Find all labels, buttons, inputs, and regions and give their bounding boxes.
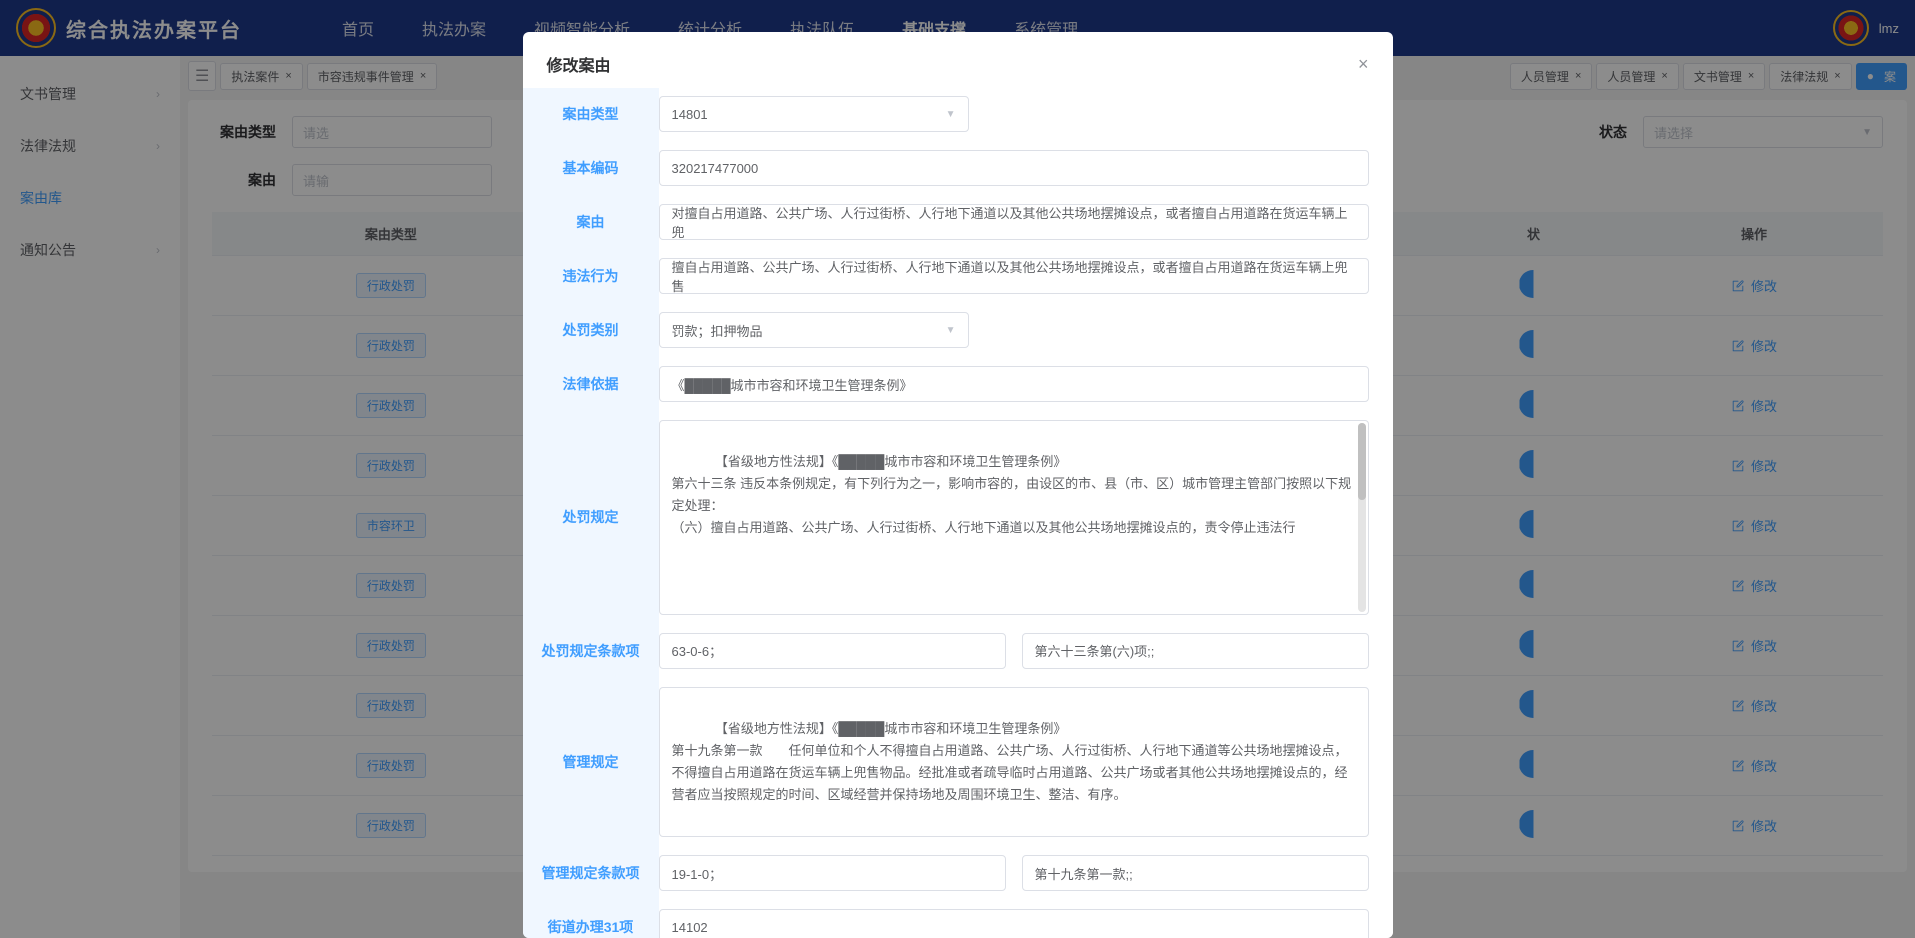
modal-body: 案由类型 14801 ▼ 基本编码 320217477000	[523, 88, 1393, 938]
form-label: 案由	[523, 204, 659, 240]
form-label: 处罚类别	[523, 312, 659, 348]
chevron-down-icon: ▼	[946, 109, 956, 120]
form-label: 处罚规定	[523, 499, 659, 535]
form-row-mgmt-clause: 管理规定条款项 19-1-0； 第十九条第一款;;	[523, 855, 1369, 891]
cause-input[interactable]: 对擅自占用道路、公共广场、人行过街桥、人行地下通道以及其他公共场地摆摊设点，或者…	[659, 204, 1369, 240]
form-row-rule: 处罚规定 【省级地方性法规】《█████城市市容和环境卫生管理条例》 第六十三条…	[523, 420, 1369, 615]
modal-overlay: 修改案由 × 案由类型 14801 ▼ 基本编码 320217477000	[0, 0, 1915, 938]
form-row-mgmt: 管理规定 【省级地方性法规】《█████城市市容和环境卫生管理条例》 第十九条第…	[523, 687, 1369, 838]
textarea-value: 【省级地方性法规】《█████城市市容和环境卫生管理条例》 第十九条第一款 任何…	[672, 721, 1348, 802]
input-value: 《█████城市市容和环境卫生管理条例》	[672, 375, 913, 394]
input-value: 320217477000	[672, 161, 759, 176]
modal-title: 修改案由	[547, 52, 611, 76]
form-row-penalty: 处罚类别 罚款；扣押物品 ▼	[523, 312, 1369, 348]
input-value: 63-0-6；	[672, 641, 723, 660]
input-value: 14102	[672, 920, 708, 935]
form-label: 处罚规定条款项	[523, 633, 659, 669]
illegal-input[interactable]: 擅自占用道路、公共广场、人行过街桥、人行地下通道以及其他公共场地摆摊设点，或者擅…	[659, 258, 1369, 294]
modal-header: 修改案由 ×	[523, 32, 1393, 88]
input-value: 第六十三条第(六)项;;	[1035, 641, 1155, 660]
form-row-illegal: 违法行为 擅自占用道路、公共广场、人行过街桥、人行地下通道以及其他公共场地摆摊设…	[523, 258, 1369, 294]
form-label: 法律依据	[523, 366, 659, 402]
clause-text-input[interactable]: 第六十三条第(六)项;;	[1022, 633, 1369, 669]
form-row-cause: 案由 对擅自占用道路、公共广场、人行过街桥、人行地下通道以及其他公共场地摆摊设点…	[523, 204, 1369, 240]
scrollbar-thumb[interactable]	[1358, 423, 1366, 500]
form-label: 案由类型	[523, 96, 659, 132]
penalty-select[interactable]: 罚款；扣押物品 ▼	[659, 312, 969, 348]
mgmt-clause-code-input[interactable]: 19-1-0；	[659, 855, 1006, 891]
input-value: 对擅自占用道路、公共广场、人行过街桥、人行地下通道以及其他公共场地摆摊设点，或者…	[672, 203, 1356, 241]
select-value: 14801	[672, 107, 708, 122]
input-value: 擅自占用道路、公共广场、人行过街桥、人行地下通道以及其他公共场地摆摊设点，或者擅…	[672, 257, 1356, 295]
type-select[interactable]: 14801 ▼	[659, 96, 969, 132]
form-label: 管理规定条款项	[523, 855, 659, 891]
form-row-type: 案由类型 14801 ▼	[523, 96, 1369, 132]
form-row-law: 法律依据 《█████城市市容和环境卫生管理条例》	[523, 366, 1369, 402]
input-value: 19-1-0；	[672, 864, 723, 883]
close-icon[interactable]: ×	[1358, 54, 1369, 75]
form-row-code: 基本编码 320217477000	[523, 150, 1369, 186]
form-label: 管理规定	[523, 744, 659, 780]
rule-textarea[interactable]: 【省级地方性法规】《█████城市市容和环境卫生管理条例》 第六十三条 违反本条…	[659, 420, 1369, 615]
select-value: 罚款；扣押物品	[672, 321, 763, 340]
edit-modal: 修改案由 × 案由类型 14801 ▼ 基本编码 320217477000	[523, 32, 1393, 938]
textarea-value: 【省级地方性法规】《█████城市市容和环境卫生管理条例》 第六十三条 违反本条…	[672, 454, 1352, 535]
street-input[interactable]: 14102	[659, 909, 1369, 938]
chevron-down-icon: ▼	[946, 325, 956, 336]
form-row-street: 街道办理31项 14102	[523, 909, 1369, 938]
form-label: 违法行为	[523, 258, 659, 294]
clause-code-input[interactable]: 63-0-6；	[659, 633, 1006, 669]
form-label: 街道办理31项	[523, 909, 659, 938]
law-input[interactable]: 《█████城市市容和环境卫生管理条例》	[659, 366, 1369, 402]
code-input[interactable]: 320217477000	[659, 150, 1369, 186]
mgmt-textarea[interactable]: 【省级地方性法规】《█████城市市容和环境卫生管理条例》 第十九条第一款 任何…	[659, 687, 1369, 838]
input-value: 第十九条第一款;;	[1035, 864, 1133, 883]
form-label: 基本编码	[523, 150, 659, 186]
mgmt-clause-text-input[interactable]: 第十九条第一款;;	[1022, 855, 1369, 891]
form-row-clause: 处罚规定条款项 63-0-6； 第六十三条第(六)项;;	[523, 633, 1369, 669]
